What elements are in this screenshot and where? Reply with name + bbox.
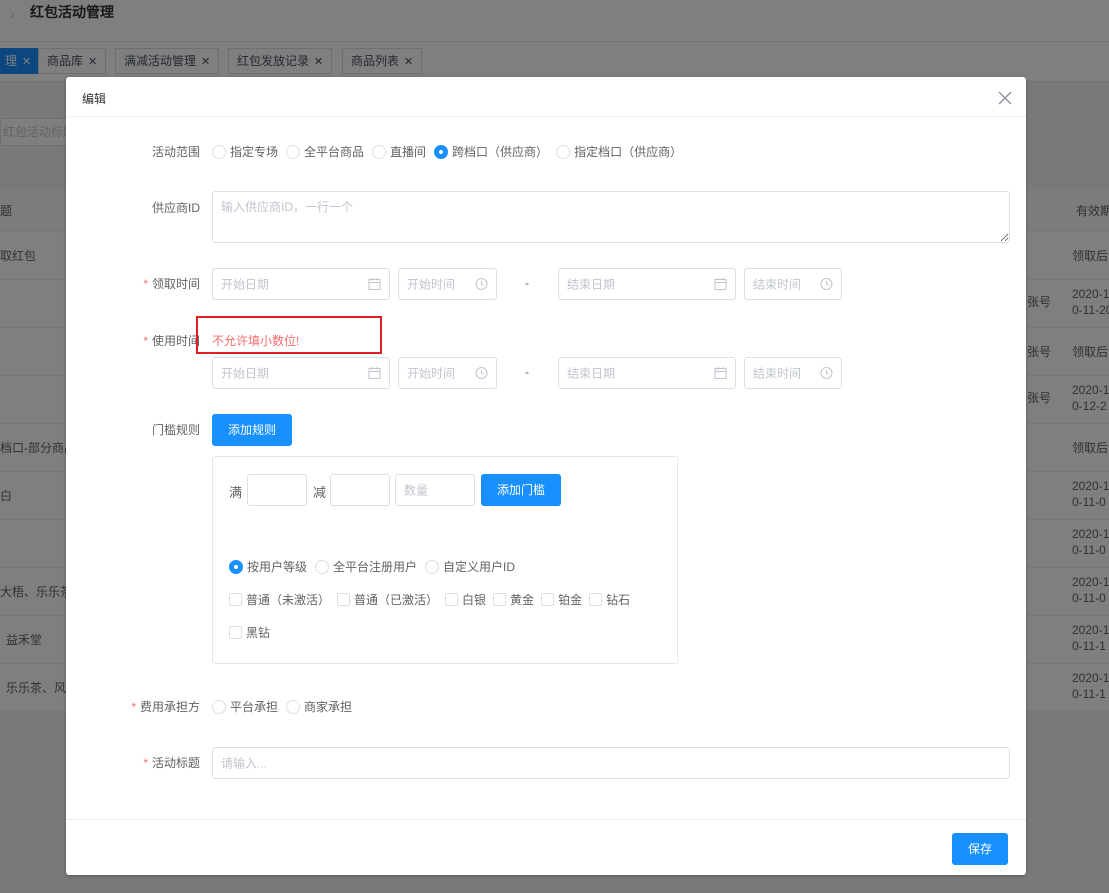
supplier-id-textarea[interactable] xyxy=(212,191,1010,243)
radio-user-level[interactable]: 按用户等级 xyxy=(229,558,307,575)
range-separator: - xyxy=(525,276,529,290)
user-level-checkboxes: 普通（未激活） 普通（已激活） 白银 黄金 铂金 钻石 xyxy=(229,591,637,608)
radio-all-registered[interactable]: 全平台注册用户 xyxy=(315,558,417,575)
checkbox-level-inactive[interactable]: 普通（未激活） xyxy=(229,591,330,608)
clock-icon xyxy=(820,367,833,379)
receive-end-date[interactable]: 结束日期 xyxy=(558,268,736,300)
full-label: 满 xyxy=(229,485,243,500)
activity-title-label: * 活动标题 xyxy=(143,756,200,770)
edit-dialog: 编辑 活动范围 指定专场 全平台商品 直播间 跨档口（供应商） 指定档口（供应商… xyxy=(66,77,1026,875)
supplier-label: 供应商ID xyxy=(151,201,200,215)
calendar-icon xyxy=(368,367,381,379)
full-amount-input[interactable] xyxy=(247,474,307,506)
dialog-footer: 保存 xyxy=(66,819,1026,875)
receive-start-date[interactable]: 开始日期 xyxy=(212,268,390,300)
activity-title-input[interactable]: 请输入... xyxy=(212,747,1010,779)
receive-end-time[interactable]: 结束时间 xyxy=(744,268,842,300)
threshold-rule-panel: 满 减 数量 添加门槛 按用户等级 全平台注册用户 自定义用户ID 普通（未激活… xyxy=(212,456,678,664)
radio-scope-specified-stall[interactable]: 指定档口（供应商） xyxy=(556,143,682,160)
radio-scope-live-room[interactable]: 直播间 xyxy=(372,143,426,160)
receive-start-time[interactable]: 开始时间 xyxy=(398,268,497,300)
minus-amount-input[interactable] xyxy=(330,474,390,506)
calendar-icon xyxy=(368,278,381,290)
radio-platform-bears[interactable]: 平台承担 xyxy=(212,698,278,715)
checkbox-level-platinum[interactable]: 铂金 xyxy=(541,591,582,608)
radio-merchant-bears[interactable]: 商家承担 xyxy=(286,698,352,715)
range-separator: - xyxy=(525,365,529,379)
use-start-date[interactable]: 开始日期 xyxy=(212,357,390,389)
radio-scope-cross-stall[interactable]: 跨档口（供应商） xyxy=(434,143,548,160)
calendar-icon xyxy=(714,278,727,290)
error-highlight-box xyxy=(196,316,382,354)
quantity-input[interactable]: 数量 xyxy=(395,474,475,506)
radio-scope-all-products[interactable]: 全平台商品 xyxy=(286,143,364,160)
dialog-header: 编辑 xyxy=(66,77,1026,117)
use-end-date[interactable]: 结束日期 xyxy=(558,357,736,389)
clock-icon xyxy=(820,278,833,290)
checkbox-level-silver[interactable]: 白银 xyxy=(445,591,486,608)
use-end-time[interactable]: 结束时间 xyxy=(744,357,842,389)
radio-scope-special[interactable]: 指定专场 xyxy=(212,143,278,160)
calendar-icon xyxy=(714,367,727,379)
save-button[interactable]: 保存 xyxy=(952,833,1008,865)
clock-icon xyxy=(475,367,488,379)
scope-label: 活动范围 xyxy=(151,145,200,159)
add-rule-button[interactable]: 添加规则 xyxy=(212,414,292,446)
minus-label: 减 xyxy=(313,485,327,500)
cost-bearer-label: * 费用承担方 xyxy=(131,700,200,714)
user-level-checkboxes-row2: 黑钻 xyxy=(229,624,277,641)
threshold-label: 门槛规则 xyxy=(151,423,200,437)
cost-bearer-radio-group: 平台承担 商家承担 xyxy=(212,698,360,715)
use-time-label: * 使用时间 xyxy=(143,334,200,348)
checkbox-level-gold[interactable]: 黄金 xyxy=(493,591,534,608)
dialog-title: 编辑 xyxy=(82,92,107,106)
checkbox-level-active[interactable]: 普通（已激活） xyxy=(337,591,438,608)
checkbox-level-diamond[interactable]: 钻石 xyxy=(589,591,630,608)
close-icon[interactable] xyxy=(998,91,1012,105)
scope-radio-group: 指定专场 全平台商品 直播间 跨档口（供应商） 指定档口（供应商） xyxy=(212,143,690,160)
use-start-time[interactable]: 开始时间 xyxy=(398,357,497,389)
radio-custom-user-id[interactable]: 自定义用户ID xyxy=(425,558,515,575)
user-type-radio-group: 按用户等级 全平台注册用户 自定义用户ID xyxy=(229,558,523,575)
receive-time-label: * 领取时间 xyxy=(143,277,200,291)
add-threshold-button[interactable]: 添加门槛 xyxy=(481,474,561,506)
checkbox-level-black-diamond[interactable]: 黑钻 xyxy=(229,624,270,641)
clock-icon xyxy=(475,278,488,290)
